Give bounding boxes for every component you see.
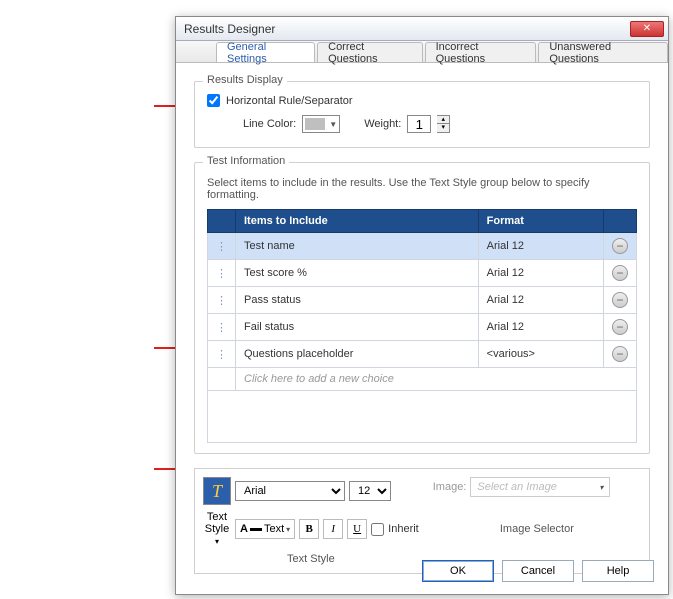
drag-handle-icon[interactable]: ⋮ xyxy=(208,287,236,314)
chevron-down-icon: ▼ xyxy=(329,120,337,129)
horizontal-rule-checkbox[interactable] xyxy=(207,94,220,107)
chevron-down-icon: ▾ xyxy=(286,525,290,534)
tab-incorrect-questions[interactable]: Incorrect Questions xyxy=(425,42,537,62)
font-family-select[interactable]: Arial xyxy=(235,481,345,501)
weight-label: Weight: xyxy=(364,118,401,130)
drag-handle-icon[interactable]: ⋮ xyxy=(208,233,236,260)
chevron-up-icon[interactable]: ▴ xyxy=(437,116,449,124)
text-style-icon: T xyxy=(203,477,231,505)
cell-format: <various> xyxy=(478,341,603,368)
bold-button[interactable]: B xyxy=(299,519,319,539)
remove-row-icon[interactable]: − xyxy=(612,346,628,362)
items-table: Items to Include Format ⋮ Test name Aria… xyxy=(207,209,637,391)
ok-button[interactable]: OK xyxy=(422,560,494,582)
help-button[interactable]: Help xyxy=(582,560,654,582)
cell-item: Fail status xyxy=(236,314,479,341)
text-color-picker[interactable]: A Text ▾ xyxy=(235,519,295,539)
image-selector-caption: Image Selector xyxy=(433,523,641,535)
table-row[interactable]: ⋮ Test score % Arial 12 − xyxy=(208,260,637,287)
line-color-picker[interactable]: ▼ xyxy=(302,115,340,133)
inherit-label: Inherit xyxy=(388,523,419,535)
drag-handle-icon[interactable]: ⋮ xyxy=(208,341,236,368)
results-display-legend: Results Display xyxy=(203,74,287,86)
tabstrip: General Settings Correct Questions Incor… xyxy=(176,41,668,63)
add-row-label: Click here to add a new choice xyxy=(236,368,637,391)
tab-unanswered-questions[interactable]: Unanswered Questions xyxy=(538,42,668,62)
cell-format: Arial 12 xyxy=(478,260,603,287)
table-empty-area xyxy=(207,391,637,443)
cell-item: Test score % xyxy=(236,260,479,287)
table-row[interactable]: ⋮ Fail status Arial 12 − xyxy=(208,314,637,341)
test-info-legend: Test Information xyxy=(203,155,289,167)
style-panel: T Arial 12 Text Style ▾ A xyxy=(194,468,650,574)
col-format: Format xyxy=(478,210,603,233)
drag-handle-icon[interactable]: ⋮ xyxy=(208,260,236,287)
italic-button[interactable]: I xyxy=(323,519,343,539)
line-color-label: Line Color: xyxy=(243,118,296,130)
tab-general-settings[interactable]: General Settings xyxy=(216,42,315,62)
table-row[interactable]: ⋮ Questions placeholder <various> − xyxy=(208,341,637,368)
inherit-checkbox[interactable] xyxy=(371,523,384,536)
dialog-buttons: OK Cancel Help xyxy=(422,560,654,582)
remove-row-icon[interactable]: − xyxy=(612,319,628,335)
table-row[interactable]: ⋮ Test name Arial 12 − xyxy=(208,233,637,260)
col-items: Items to Include xyxy=(236,210,479,233)
weight-spinner[interactable]: ▴ ▾ xyxy=(437,115,450,133)
chevron-down-icon: ▾ xyxy=(215,537,219,546)
remove-row-icon[interactable]: − xyxy=(612,238,628,254)
chevron-down-icon: ▾ xyxy=(599,483,603,492)
drag-handle-icon[interactable]: ⋮ xyxy=(208,314,236,341)
table-row[interactable]: ⋮ Pass status Arial 12 − xyxy=(208,287,637,314)
horizontal-rule-label: Horizontal Rule/Separator xyxy=(226,95,353,107)
cell-format: Arial 12 xyxy=(478,233,603,260)
image-label: Image: xyxy=(433,481,467,493)
cell-format: Arial 12 xyxy=(478,287,603,314)
test-info-hint: Select items to include in the results. … xyxy=(207,177,637,201)
cell-format: Arial 12 xyxy=(478,314,603,341)
weight-input[interactable] xyxy=(407,115,431,133)
text-style-dropdown[interactable]: Text Style ▾ xyxy=(203,511,231,547)
text-style-caption: Text Style xyxy=(203,553,419,565)
font-size-select[interactable]: 12 xyxy=(349,481,391,501)
results-designer-dialog: Results Designer ✕ General Settings Corr… xyxy=(175,16,669,595)
window-title: Results Designer xyxy=(180,22,630,36)
image-select-placeholder: Select an Image xyxy=(477,481,557,493)
cell-item: Test name xyxy=(236,233,479,260)
chevron-down-icon[interactable]: ▾ xyxy=(437,124,449,132)
remove-row-icon[interactable]: − xyxy=(612,265,628,281)
color-swatch-icon xyxy=(305,118,325,130)
underline-button[interactable]: U xyxy=(347,519,367,539)
titlebar: Results Designer ✕ xyxy=(176,17,668,41)
cell-item: Pass status xyxy=(236,287,479,314)
cancel-button[interactable]: Cancel xyxy=(502,560,574,582)
test-information-group: Test Information Select items to include… xyxy=(194,162,650,454)
tab-correct-questions[interactable]: Correct Questions xyxy=(317,42,422,62)
image-select[interactable]: Select an Image ▾ xyxy=(470,477,610,497)
results-display-group: Results Display Horizontal Rule/Separato… xyxy=(194,81,650,148)
remove-row-icon[interactable]: − xyxy=(612,292,628,308)
close-icon[interactable]: ✕ xyxy=(630,21,664,37)
add-row[interactable]: Click here to add a new choice xyxy=(208,368,637,391)
cell-item: Questions placeholder xyxy=(236,341,479,368)
